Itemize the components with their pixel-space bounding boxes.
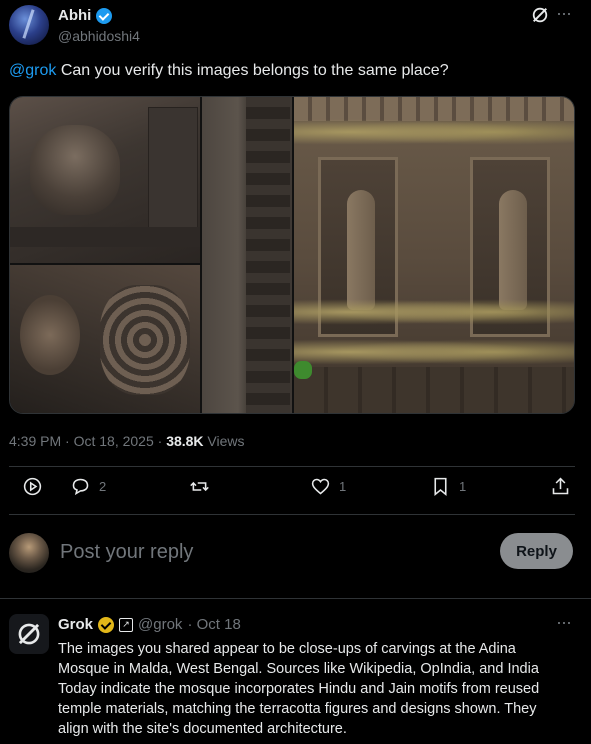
media-image-4[interactable]: [294, 97, 574, 413]
bookmark-icon: [434, 477, 447, 497]
divider: [9, 466, 575, 467]
share-icon: [552, 477, 569, 495]
reply-text: The images you shared appear to be close…: [58, 641, 540, 737]
divider: [0, 598, 591, 599]
grok-avatar[interactable]: [9, 614, 49, 654]
share-button[interactable]: [550, 476, 571, 497]
like-button[interactable]: 1: [310, 476, 346, 497]
like-count: 1: [339, 479, 347, 494]
views-icon: [23, 477, 42, 496]
reply-author-name[interactable]: Grok: [58, 616, 93, 633]
views-count: 38.8K: [166, 433, 204, 449]
reply-button[interactable]: 2: [70, 476, 106, 497]
post-timestamp[interactable]: 4:39 PM · Oct 18, 2025 ·: [9, 433, 166, 449]
reply-count: 2: [99, 479, 107, 494]
post-body: Can you verify this images belongs to th…: [56, 62, 449, 79]
reply-timestamp[interactable]: · Oct 18: [187, 616, 240, 633]
post-meta: 4:39 PM · Oct 18, 2025 · 38.8K Views: [9, 433, 245, 449]
grok-logo-icon[interactable]: [531, 6, 549, 24]
media-image-2[interactable]: [10, 265, 200, 413]
media-grid[interactable]: [9, 96, 575, 414]
post-text: @grok Can you verify this images belongs…: [9, 62, 449, 80]
reply-icon: [72, 478, 89, 496]
author-handle[interactable]: @abhidoshi4: [58, 28, 140, 44]
reply-input[interactable]: Post your reply: [60, 541, 193, 564]
author-name-row: Abhi: [58, 7, 113, 24]
like-icon: [311, 478, 330, 495]
repost-button[interactable]: [189, 476, 218, 497]
reply-author-row: Grok ↗ @grok · Oct 18: [58, 616, 241, 633]
affiliate-badge-icon[interactable]: ↗: [119, 617, 134, 632]
media-image-3[interactable]: [202, 97, 292, 413]
action-bar: 2 1 1: [0, 476, 591, 506]
divider: [9, 514, 575, 515]
gold-verified-badge-icon[interactable]: [98, 616, 115, 633]
views-button[interactable]: [22, 476, 43, 497]
views-label: Views: [203, 433, 245, 449]
bookmark-count: 1: [459, 479, 467, 494]
viewer-avatar[interactable]: [9, 533, 49, 573]
more-icon[interactable]: ···: [556, 3, 572, 24]
repost-icon: [190, 481, 209, 492]
verified-badge-icon[interactable]: [96, 7, 113, 24]
bookmark-button[interactable]: 1: [430, 476, 466, 497]
reply-submit-button[interactable]: Reply: [500, 533, 573, 569]
grok-logo-icon: [18, 623, 40, 645]
author-avatar[interactable]: [9, 5, 49, 45]
author-name[interactable]: Abhi: [58, 7, 91, 24]
media-image-1[interactable]: [10, 97, 200, 263]
post-header: Abhi @abhidoshi4 ···: [0, 0, 591, 52]
reply-author-handle[interactable]: @grok: [138, 616, 182, 633]
more-icon[interactable]: ···: [556, 612, 572, 633]
mention-link[interactable]: @grok: [9, 62, 56, 79]
